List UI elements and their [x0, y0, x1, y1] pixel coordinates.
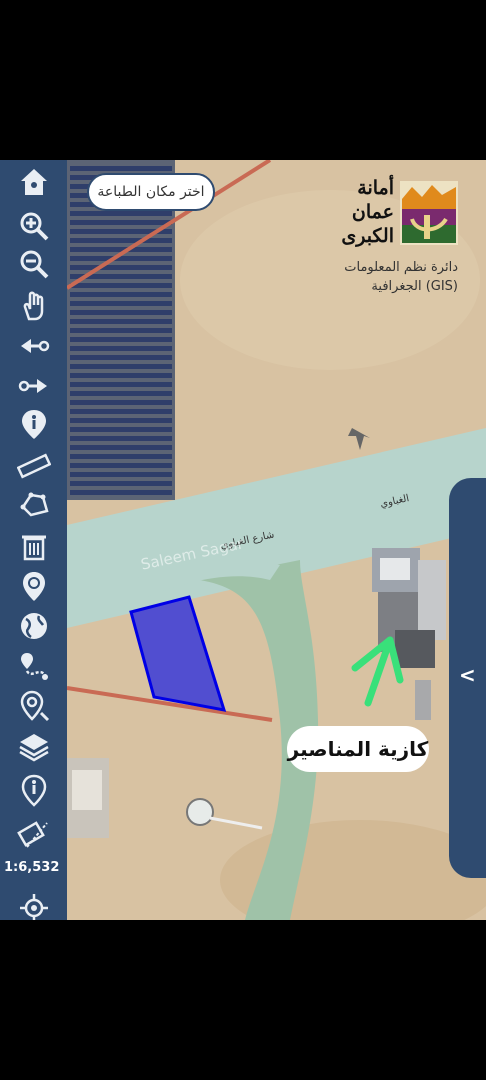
solar-panel-row: [70, 364, 172, 369]
solar-panel-row: [70, 283, 172, 288]
previous-extent-icon[interactable]: [14, 328, 54, 364]
draw-polygon-icon[interactable]: [14, 486, 54, 522]
zoom-out-icon[interactable]: [14, 246, 54, 282]
solar-panel-row: [70, 211, 172, 216]
water-tank: [186, 798, 214, 826]
solar-panel-row: [70, 301, 172, 306]
solar-panel-row: [70, 337, 172, 342]
globe-icon[interactable]: [14, 608, 54, 644]
gis-dept-line1: دائرة نظم المعلومات: [344, 260, 458, 275]
solar-panel-row: [70, 238, 172, 243]
chevron-left-icon: <: [459, 663, 476, 687]
gis-dept-line2: الجغرافية (GIS): [371, 279, 458, 294]
solar-panel-row: [70, 472, 172, 477]
solar-panel-row: [70, 247, 172, 252]
solar-panel-row: [70, 463, 172, 468]
branding: أمانة عمان الكبرى دائرة نظم المعلومات ال…: [330, 175, 480, 300]
brand-title-line3: الكبرى: [341, 225, 394, 247]
solar-panel-row: [70, 382, 172, 387]
pan-hand-icon[interactable]: [14, 288, 54, 324]
layers-icon[interactable]: [14, 728, 54, 764]
solar-panel-row: [70, 373, 172, 378]
print-icon[interactable]: [14, 816, 54, 852]
annotation-callout: كازية المناصير: [287, 726, 429, 772]
solar-panel-row: [70, 166, 172, 171]
solar-panel-row: [70, 328, 172, 333]
solar-panel-row: [70, 256, 172, 261]
solar-panel-row: [70, 391, 172, 396]
brand-title-line1: أمانة: [357, 177, 394, 199]
solar-panel-row: [70, 436, 172, 441]
zoom-in-icon[interactable]: [14, 208, 54, 244]
solar-panel-row: [70, 490, 172, 495]
solar-panel-row: [70, 481, 172, 486]
solar-panel-row: [70, 220, 172, 225]
solar-panel-row: [70, 418, 172, 423]
map-toolbar: 1:6,532: [0, 160, 67, 920]
print-location-button[interactable]: اختر مكان الطباعة: [87, 173, 215, 211]
next-extent-icon[interactable]: [14, 368, 54, 404]
gps-locate-icon[interactable]: [14, 890, 54, 920]
map-app: الغباوي شارع الغباوي Saleem Sagar 1:6,53…: [0, 160, 486, 920]
solar-panel-row: [70, 454, 172, 459]
solar-panel-row: [70, 409, 172, 414]
search-location-icon[interactable]: [14, 688, 54, 724]
location-pin-icon[interactable]: [14, 568, 54, 604]
info-icon[interactable]: [14, 406, 54, 442]
trash-icon[interactable]: [14, 528, 54, 564]
home-icon[interactable]: [14, 164, 54, 200]
measure-ruler-icon[interactable]: [14, 448, 54, 484]
side-panel-toggle[interactable]: <: [449, 478, 486, 878]
solar-panel-row: [70, 319, 172, 324]
legend-info-icon[interactable]: [14, 772, 54, 808]
brand-title-line2: عمان: [351, 201, 394, 223]
solar-panel-row: [70, 346, 172, 351]
solar-panel-row: [70, 310, 172, 315]
solar-panel-row: [70, 445, 172, 450]
route-icon[interactable]: [14, 648, 54, 684]
solar-panel-row: [70, 265, 172, 270]
solar-panel-row: [70, 292, 172, 297]
solar-panel-row: [70, 427, 172, 432]
scale-label: 1:6,532: [4, 860, 60, 875]
solar-panel-row: [70, 400, 172, 405]
amman-logo-icon: [400, 181, 458, 245]
solar-panel-row: [70, 355, 172, 360]
